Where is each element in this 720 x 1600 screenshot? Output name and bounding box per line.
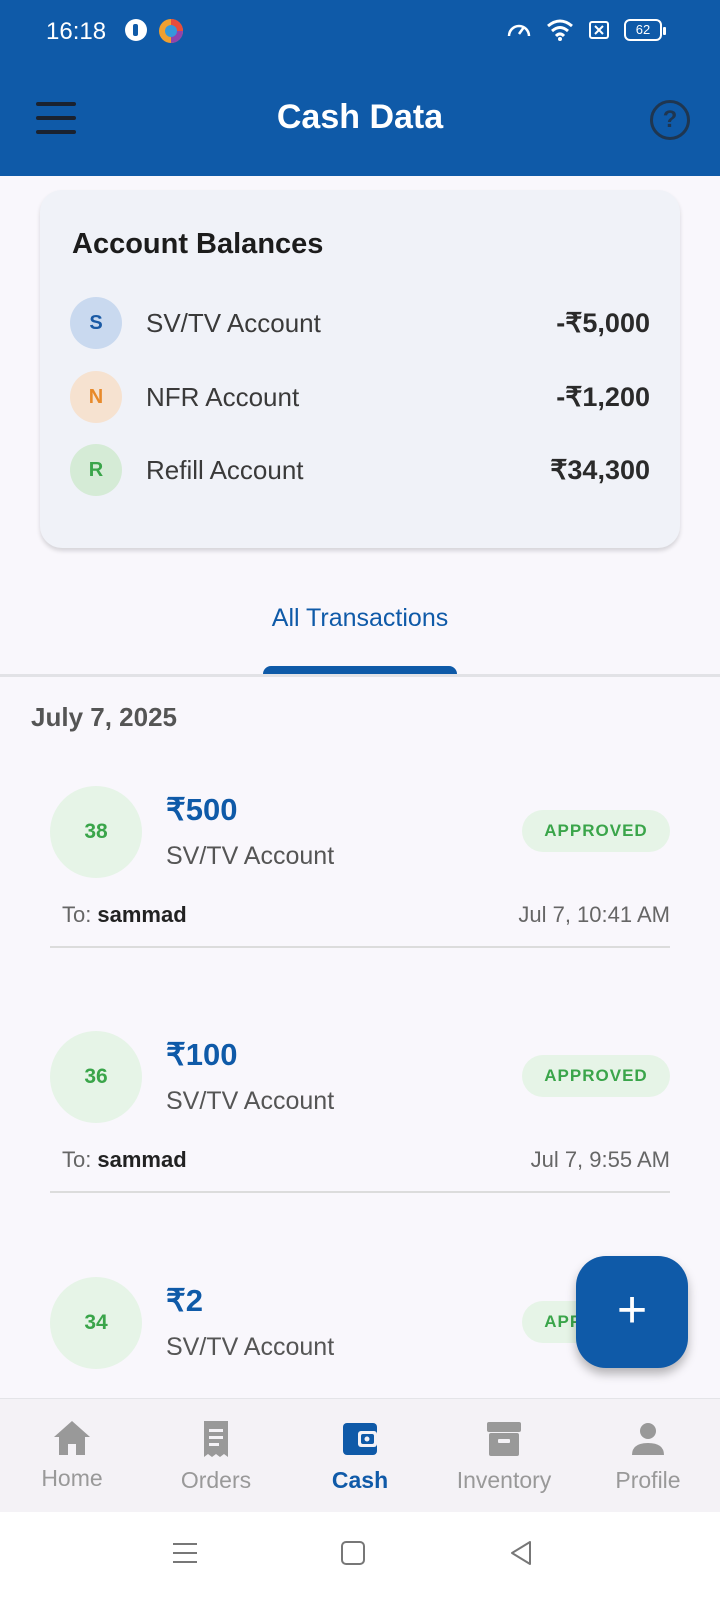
account-name: NFR Account xyxy=(146,381,300,412)
archive-icon xyxy=(487,1422,521,1456)
transaction-amount: ₹100 xyxy=(166,1037,238,1072)
account-amount: ₹34,300 xyxy=(550,454,650,485)
nav-label: Home xyxy=(41,1465,103,1491)
avatar: R xyxy=(70,444,122,496)
home-icon xyxy=(54,1421,90,1455)
bottom-navigation: Home Orders Cash Inventory Profile xyxy=(0,1398,720,1512)
home-button-icon[interactable] xyxy=(340,1540,366,1566)
account-amount: -₹1,200 xyxy=(556,381,650,412)
back-icon[interactable] xyxy=(508,1540,534,1566)
transaction-item[interactable]: 36 ₹100 SV/TV Account APPROVED To: sammad… xyxy=(50,1031,670,1211)
transaction-item[interactable]: 38 ₹500 SV/TV Account APPROVED To: sammad… xyxy=(50,786,670,966)
nav-item-inventory[interactable]: Inventory xyxy=(432,1399,576,1512)
account-balances-card: Account Balances S SV/TV Account -₹5,000… xyxy=(40,190,680,548)
transaction-recipient: To: sammad xyxy=(62,902,187,928)
transaction-account: SV/TV Account xyxy=(166,1087,335,1115)
system-navigation-bar xyxy=(0,1512,720,1600)
account-name: Refill Account xyxy=(146,454,304,485)
nav-item-orders[interactable]: Orders xyxy=(144,1399,288,1512)
status-bar: 16:18 62 xyxy=(0,0,720,64)
nav-label: Cash xyxy=(331,1467,389,1493)
tab-label: All Transactions xyxy=(271,604,449,632)
wallet-icon xyxy=(343,1423,377,1455)
to-label: To: xyxy=(62,902,92,927)
help-icon[interactable]: ? xyxy=(650,100,690,140)
recipient-name: sammad xyxy=(97,902,187,927)
transaction-time: Jul 7, 10:41 AM xyxy=(518,902,670,927)
divider xyxy=(0,674,720,677)
transaction-recipient: To: sammad xyxy=(62,1147,187,1173)
to-label: To: xyxy=(62,1147,92,1172)
wifi-icon xyxy=(547,19,573,41)
transaction-amount: ₹500 xyxy=(166,792,238,827)
nav-label: Orders xyxy=(180,1467,252,1493)
nav-label: Inventory xyxy=(456,1467,552,1493)
transaction-id-badge: 38 xyxy=(50,786,142,878)
avatar: N xyxy=(70,371,122,423)
browser-icon xyxy=(159,19,183,43)
person-icon xyxy=(632,1423,664,1455)
account-row-refill: R Refill Account ₹34,300 xyxy=(70,443,650,497)
nav-item-cash[interactable]: Cash xyxy=(288,1399,432,1512)
status-badge: APPROVED xyxy=(522,810,670,852)
status-badge: APPROVED xyxy=(522,1055,670,1097)
transaction-amount: ₹2 xyxy=(166,1283,203,1318)
sim-icon xyxy=(589,21,609,39)
balances-title: Account Balances xyxy=(72,228,324,260)
nav-label: Profile xyxy=(615,1467,681,1493)
account-row-nfr: N NFR Account -₹1,200 xyxy=(70,370,650,424)
account-row-sv-tv: S SV/TV Account -₹5,000 xyxy=(70,296,650,350)
account-name: SV/TV Account xyxy=(146,307,321,338)
status-time: 16:18 xyxy=(46,18,107,45)
speed-icon xyxy=(507,24,531,37)
add-transaction-button[interactable]: + xyxy=(576,1256,688,1368)
date-header: July 7, 2025 xyxy=(31,702,177,732)
battery-icon: 62 xyxy=(624,19,666,41)
page-title: Cash Data xyxy=(276,98,444,136)
transaction-account: SV/TV Account xyxy=(166,842,335,870)
add-icon: + xyxy=(616,1281,648,1339)
nav-item-home[interactable]: Home xyxy=(0,1399,144,1512)
divider xyxy=(50,946,670,948)
receipt-icon xyxy=(204,1421,228,1457)
transaction-id-badge: 36 xyxy=(50,1031,142,1123)
recents-icon[interactable] xyxy=(172,1540,198,1566)
app-notification-icon xyxy=(125,19,147,41)
tab-all-transactions[interactable]: All Transactions xyxy=(0,580,720,676)
account-amount: -₹5,000 xyxy=(556,307,650,338)
nav-item-profile[interactable]: Profile xyxy=(576,1399,720,1512)
recipient-name: sammad xyxy=(97,1147,187,1172)
transaction-id-badge: 34 xyxy=(50,1277,142,1369)
app-bar: Cash Data ? xyxy=(0,64,720,176)
divider xyxy=(50,1191,670,1193)
transaction-time: Jul 7, 9:55 AM xyxy=(530,1147,670,1172)
avatar: S xyxy=(70,297,122,349)
transaction-account: SV/TV Account xyxy=(166,1333,335,1361)
